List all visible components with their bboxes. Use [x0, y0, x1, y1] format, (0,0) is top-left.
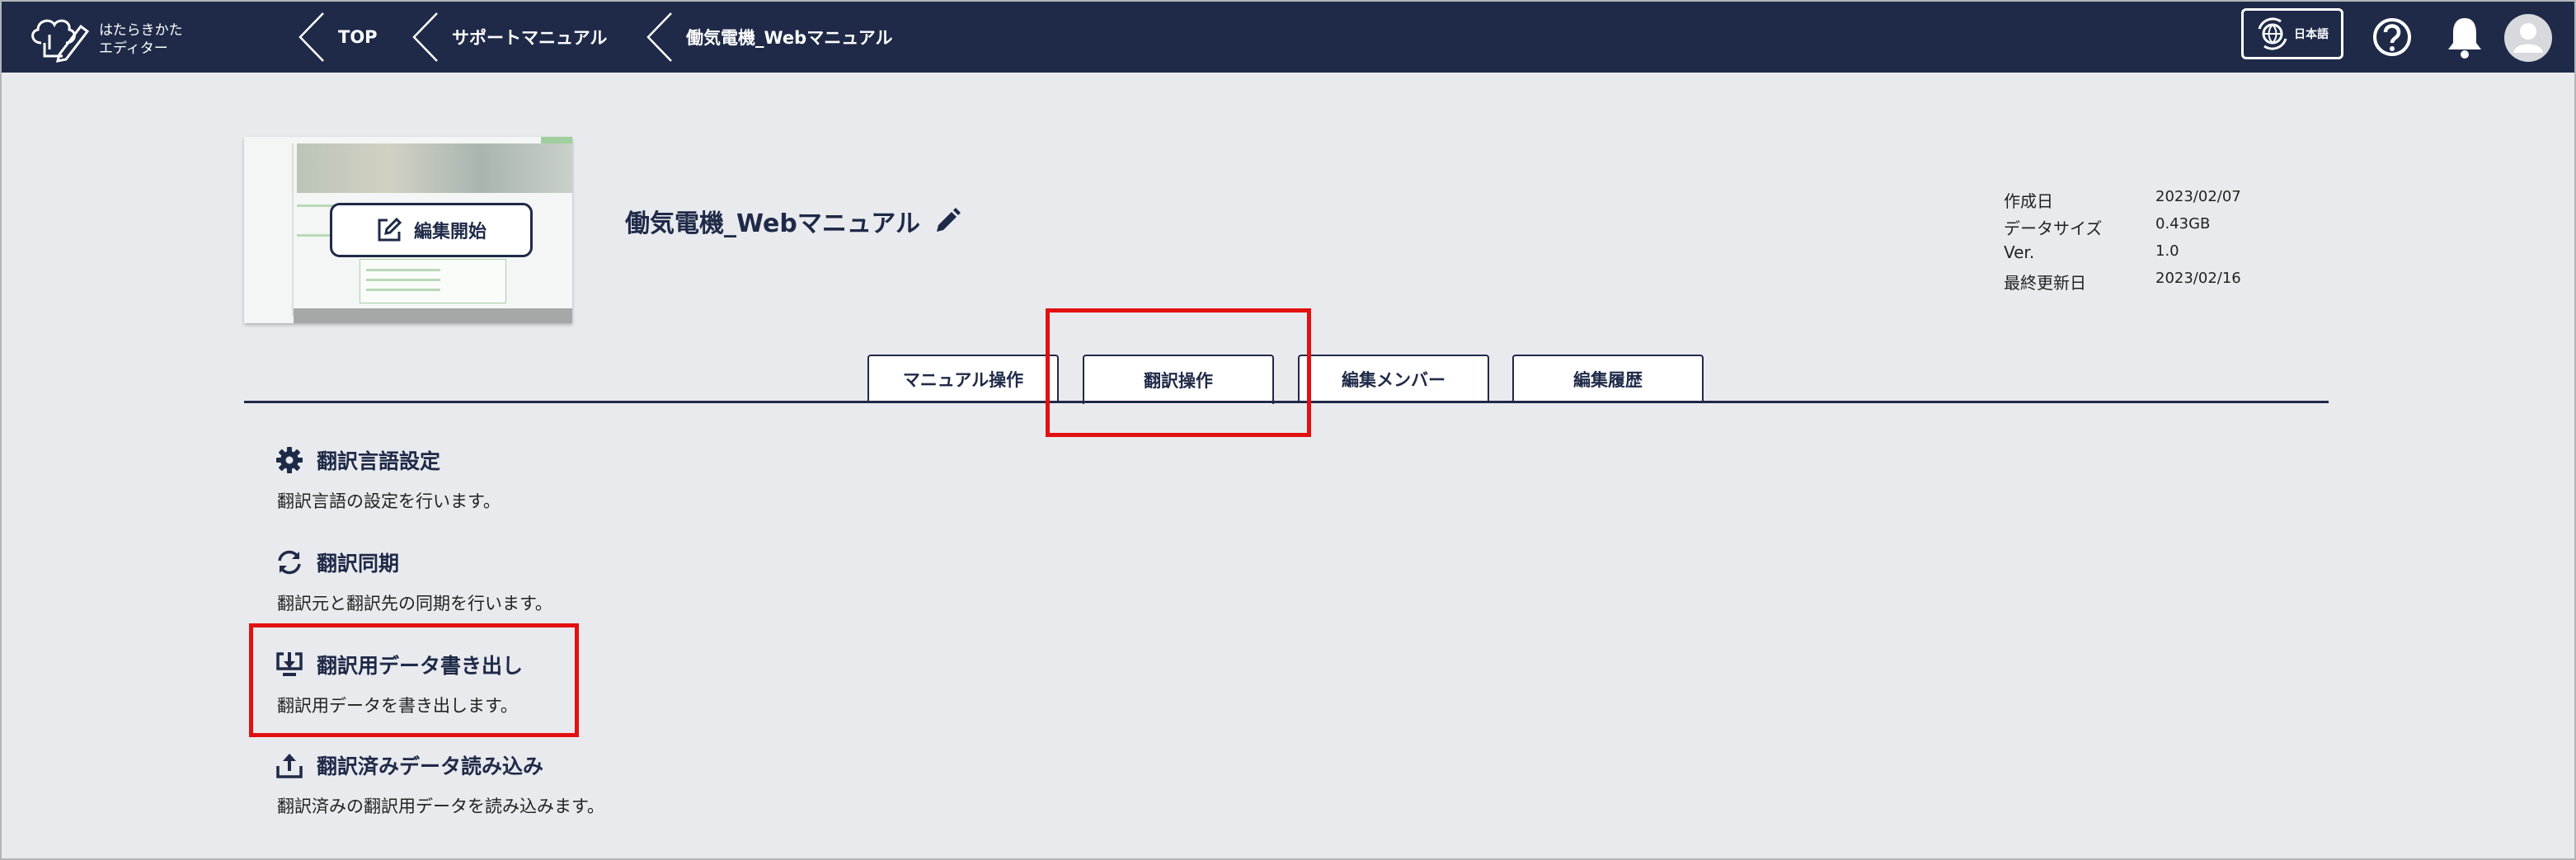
meta-row-created: 作成日 2023/02/07	[2004, 188, 2254, 215]
pencil-icon[interactable]	[933, 207, 961, 235]
upload-icon	[276, 754, 303, 778]
item-description: 翻訳言語の設定を行います。	[277, 491, 501, 511]
item-description: 翻訳元と翻訳先の同期を行います。	[277, 594, 552, 613]
meta-key: 作成日	[2004, 191, 2053, 211]
chevron-left-icon	[646, 12, 672, 62]
translation-sync-link[interactable]: 翻訳同期	[275, 547, 399, 577]
highlight-box-tab	[1046, 308, 1311, 437]
sync-icon	[278, 550, 301, 575]
breadcrumb-web-manual[interactable]: 働気電機_Webマニュアル	[646, 2, 893, 73]
item-description: 翻訳済みの翻訳用データを読み込みます。	[277, 797, 604, 816]
meta-value: 1.0	[2155, 242, 2179, 260]
project-title-row: 働気電機_Webマニュアル	[625, 203, 961, 239]
meta-row-size: データサイズ 0.43GB	[2004, 215, 2254, 242]
chevron-left-icon	[298, 12, 324, 62]
language-button[interactable]: 日本語	[2241, 8, 2343, 59]
meta-key: データサイズ	[2004, 219, 2103, 238]
breadcrumb-label: 働気電機_Webマニュアル	[686, 28, 893, 48]
breadcrumb-label: サポートマニュアル	[452, 28, 608, 48]
meta-value: 0.43GB	[2155, 215, 2211, 233]
avatar-icon[interactable]	[2503, 13, 2553, 63]
highlight-box-export	[249, 623, 579, 737]
translation-import-link[interactable]: 翻訳済みデータ読み込み	[275, 750, 543, 780]
item-title: 翻訳言語設定	[317, 449, 441, 473]
logo-text: はたらきかた エディター	[99, 22, 183, 57]
edit-start-label: 編集開始	[413, 222, 487, 242]
help-icon[interactable]	[2372, 16, 2413, 58]
project-title: 働気電機_Webマニュアル	[625, 209, 920, 238]
edit-square-icon	[378, 217, 402, 242]
meta-row-version: Ver. 1.0	[2004, 242, 2254, 270]
tab-manual-operation[interactable]: マニュアル操作	[867, 355, 1059, 402]
tab-edit-members[interactable]: 編集メンバー	[1298, 355, 1489, 402]
meta-value: 2023/02/16	[2155, 270, 2241, 287]
gear-icon	[276, 447, 303, 473]
breadcrumb-top[interactable]: TOP	[298, 2, 378, 73]
meta-value: 2023/02/07	[2155, 188, 2241, 205]
meta-key: 最終更新日	[2004, 273, 2086, 293]
breadcrumb-support-manual[interactable]: サポートマニュアル	[412, 2, 608, 73]
top-header: はたらきかた エディター TOP サポートマニュアル 働気電機_Webマニュアル…	[2, 2, 2574, 73]
item-title: 翻訳同期	[317, 552, 400, 576]
translation-language-settings-link[interactable]: 翻訳言語設定	[275, 445, 440, 475]
meta-key: Ver.	[2004, 242, 2035, 262]
item-title: 翻訳済みデータ読み込み	[317, 754, 544, 778]
edit-start-button[interactable]: 編集開始	[330, 203, 533, 257]
logo-icon[interactable]	[26, 13, 97, 63]
language-label: 日本語	[2294, 28, 2329, 41]
bell-icon[interactable]	[2444, 15, 2485, 59]
breadcrumb-label: TOP	[338, 27, 378, 47]
project-meta: 作成日 2023/02/07 データサイズ 0.43GB Ver. 1.0 最終…	[2004, 188, 2254, 297]
meta-row-updated: 最終更新日 2023/02/16	[2004, 270, 2254, 297]
tab-edit-history[interactable]: 編集履歴	[1512, 355, 1704, 402]
chevron-left-icon	[412, 12, 438, 62]
globe-sync-icon	[2258, 17, 2287, 50]
